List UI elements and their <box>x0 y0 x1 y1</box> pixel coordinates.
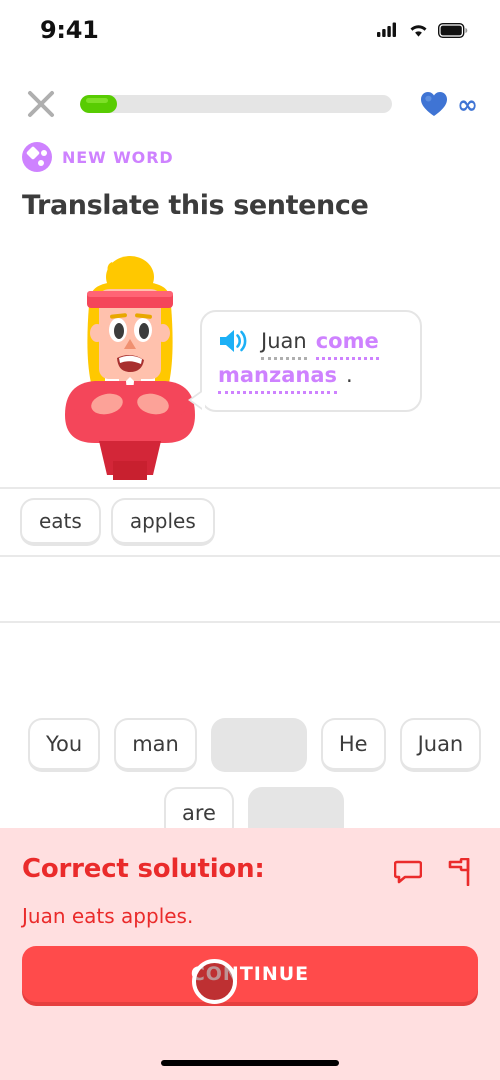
answer-line-1[interactable]: eats apples <box>0 487 500 555</box>
feedback-title: Correct solution: <box>22 854 265 884</box>
new-word-label: NEW WORD <box>62 147 174 167</box>
answer-tile[interactable]: apples <box>110 498 215 546</box>
continue-button[interactable]: CONTINUE <box>22 946 478 1002</box>
app-screen: 9:41 ∞ NEW WORD Translate this sentence … <box>0 0 500 1080</box>
report-button[interactable] <box>446 857 472 890</box>
hearts-indicator[interactable]: ∞ <box>420 91 478 117</box>
feedback-panel: Correct solution: Juan eats apples. CONT… <box>0 828 500 1080</box>
word-bank-tile[interactable]: man <box>114 718 197 772</box>
prompt-token-2[interactable]: manzanas <box>218 360 338 394</box>
close-icon <box>28 91 54 117</box>
close-button[interactable] <box>22 85 60 123</box>
play-audio-button[interactable] <box>218 328 248 358</box>
word-bank-row-1: You man He Juan <box>28 718 482 772</box>
heart-icon <box>421 92 448 116</box>
word-bank-tile-used <box>210 718 307 772</box>
character-illustration <box>65 256 195 480</box>
answer-area: eats apples <box>0 487 500 623</box>
lesson-header: ∞ <box>0 76 500 132</box>
lesson-progress-gloss <box>86 98 108 103</box>
hearts-count: ∞ <box>457 89 478 119</box>
status-icons <box>377 22 468 38</box>
prompt-token-0[interactable]: Juan <box>261 326 307 360</box>
speech-bubble: Juan come manzanas. <box>188 310 422 412</box>
cellular-signal-icon <box>377 22 396 37</box>
correct-solution-text: Juan eats apples. <box>22 904 194 928</box>
discuss-button[interactable] <box>393 859 423 889</box>
prompt-token-3: . <box>346 363 353 387</box>
new-word-badge: NEW WORD <box>22 142 174 172</box>
page-title: Translate this sentence <box>22 190 369 221</box>
word-bank-tile[interactable]: He <box>320 718 386 772</box>
wifi-icon <box>410 25 427 37</box>
flag-icon <box>448 857 470 887</box>
word-bank-tile[interactable]: Juan <box>399 718 482 772</box>
lesson-progress-bar <box>80 95 393 113</box>
status-time: 9:41 <box>40 16 99 44</box>
home-indicator <box>161 1060 339 1066</box>
feedback-actions <box>393 854 478 890</box>
prompt-area: Juan come manzanas. <box>0 255 500 485</box>
comment-icon <box>393 860 423 884</box>
speaker-icon <box>220 330 247 352</box>
prompt-sentence: Juan come manzanas. <box>218 326 404 394</box>
prompt-token-1[interactable]: come <box>315 326 379 360</box>
new-word-icon <box>22 142 52 172</box>
answer-tile[interactable]: eats <box>20 498 101 546</box>
status-bar: 9:41 <box>0 0 500 60</box>
answer-line-2[interactable] <box>0 555 500 623</box>
feedback-header: Correct solution: <box>22 854 478 890</box>
battery-icon <box>438 22 468 38</box>
word-bank-tile[interactable]: You <box>28 718 101 772</box>
